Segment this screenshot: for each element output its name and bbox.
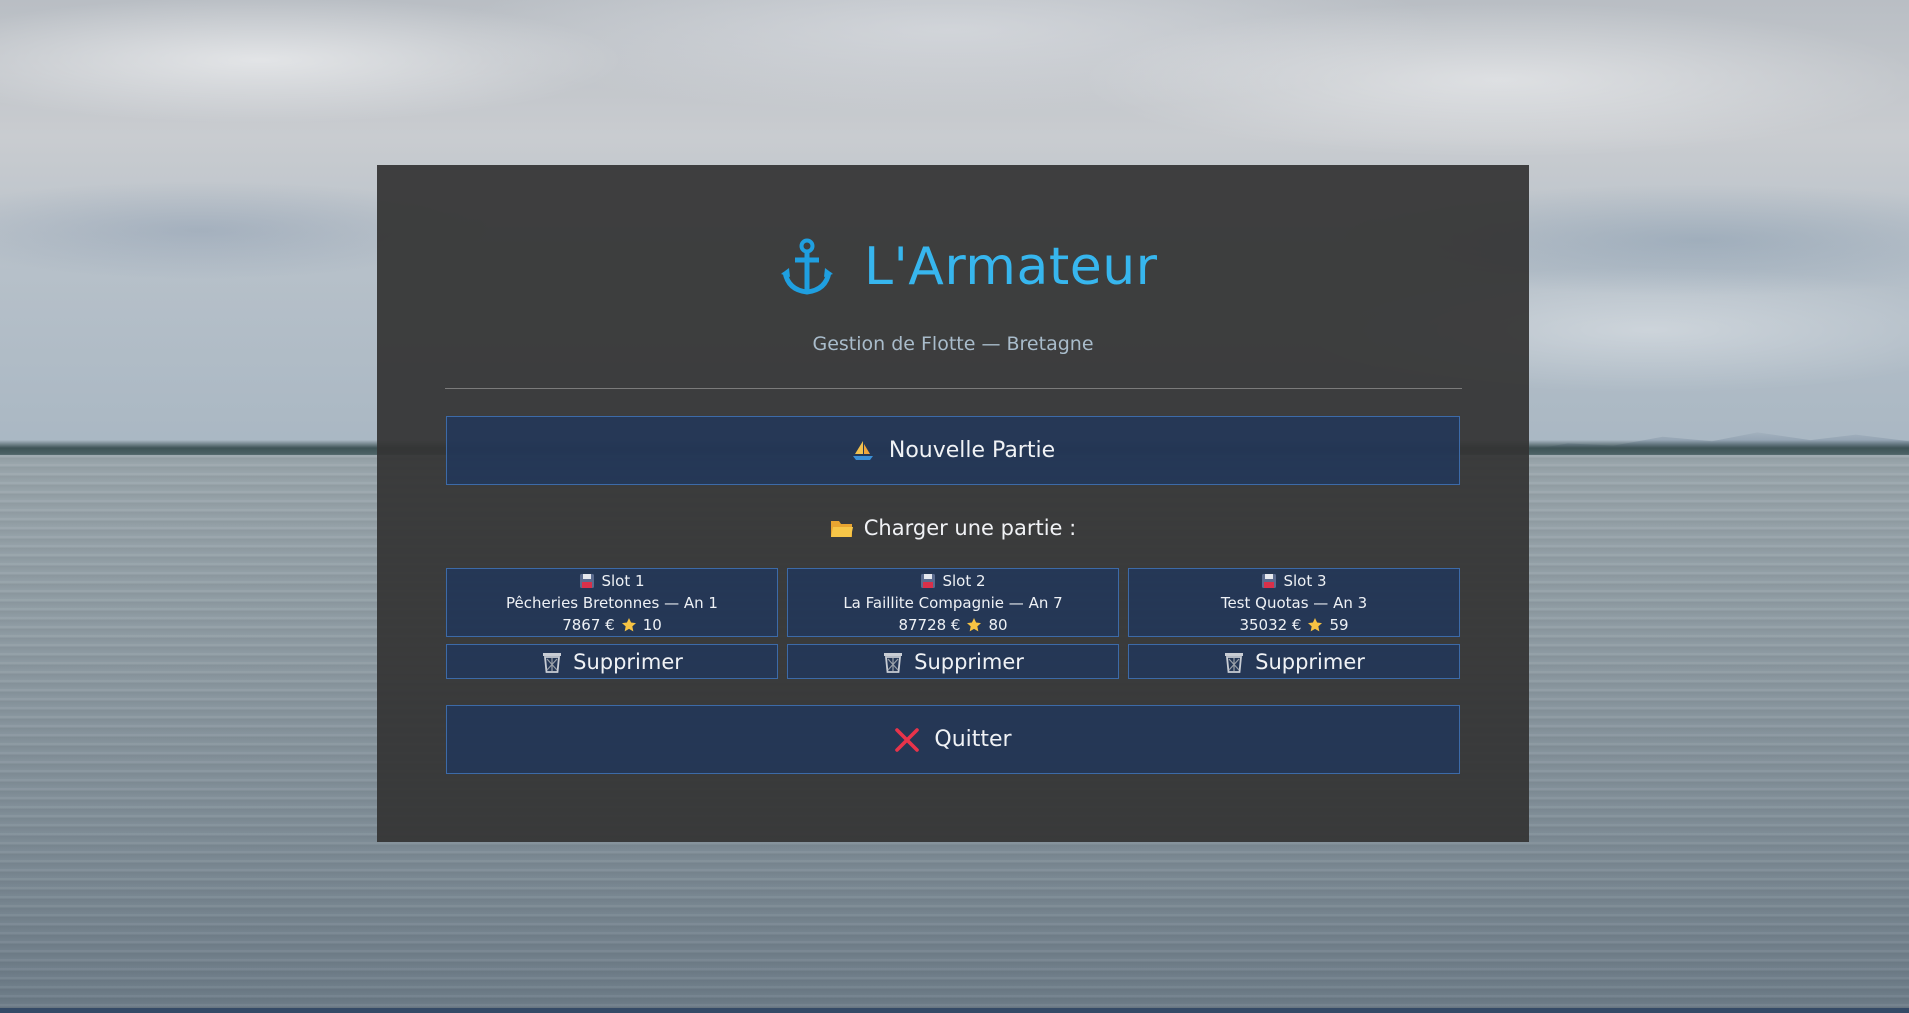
- slot-name: Slot 2: [942, 571, 986, 590]
- delete-slot-2-button[interactable]: Supprimer: [787, 644, 1119, 679]
- quit-button[interactable]: Quitter: [446, 705, 1460, 774]
- slot-rating: 10: [642, 615, 662, 634]
- slot-name: Slot 3: [1283, 571, 1327, 590]
- divider: [445, 388, 1462, 389]
- sailboat-icon: [851, 439, 875, 463]
- star-icon: [966, 617, 982, 633]
- slot-company: La Faillite Compagnie — An 7: [843, 593, 1063, 612]
- slot-money: 35032 €: [1239, 615, 1302, 634]
- delete-slot-1-button[interactable]: Supprimer: [446, 644, 778, 679]
- floppy-disk-icon: [579, 573, 595, 589]
- folder-icon: [830, 517, 854, 539]
- new-game-button[interactable]: Nouvelle Partie: [446, 416, 1460, 485]
- slot-name: Slot 1: [601, 571, 645, 590]
- new-game-label: Nouvelle Partie: [888, 438, 1056, 463]
- floppy-disk-icon: [920, 573, 936, 589]
- slot-company: Test Quotas — An 3: [1220, 593, 1368, 612]
- slot-header: Slot 3: [1261, 570, 1327, 592]
- wastebasket-icon: [541, 651, 563, 673]
- star-icon: [621, 617, 637, 633]
- slot-header: Slot 2: [920, 570, 986, 592]
- title-text: L'Armateur: [864, 237, 1158, 297]
- delete-label: Supprimer: [573, 649, 683, 674]
- bottom-edge: [0, 1008, 1909, 1013]
- slot-rating: 80: [988, 615, 1008, 634]
- load-game-heading: Charger une partie :: [377, 512, 1529, 544]
- anchor-icon: [780, 238, 834, 296]
- slot-company: Pêcheries Bretonnes — An 1: [506, 593, 718, 612]
- quit-label: Quitter: [934, 727, 1012, 752]
- cross-icon: [894, 727, 920, 753]
- wastebasket-icon: [1223, 651, 1245, 673]
- star-icon: [1307, 617, 1323, 633]
- delete-label: Supprimer: [1255, 649, 1365, 674]
- save-slot-1[interactable]: Slot 1 Pêcheries Bretonnes — An 1 7867 €…: [446, 568, 778, 637]
- load-game-label: Charger une partie :: [863, 516, 1077, 540]
- slot-stats: 7867 € 10: [562, 614, 662, 636]
- slot-money: 7867 €: [562, 615, 615, 634]
- slot-rating: 59: [1329, 615, 1349, 634]
- slot-money: 87728 €: [898, 615, 961, 634]
- slot-header: Slot 1: [579, 570, 645, 592]
- subtitle: Gestion de Flotte — Bretagne: [812, 333, 1094, 355]
- slot-stats: 87728 € 80: [898, 614, 1007, 636]
- slot-stats: 35032 € 59: [1239, 614, 1348, 636]
- delete-slot-3-button[interactable]: Supprimer: [1128, 644, 1460, 679]
- floppy-disk-icon: [1261, 573, 1277, 589]
- delete-label: Supprimer: [914, 649, 1024, 674]
- wastebasket-icon: [882, 651, 904, 673]
- save-slot-2[interactable]: Slot 2 La Faillite Compagnie — An 7 8772…: [787, 568, 1119, 637]
- game-title: L'Armateur: [780, 232, 1158, 302]
- save-slot-3[interactable]: Slot 3 Test Quotas — An 3 35032 € 59: [1128, 568, 1460, 637]
